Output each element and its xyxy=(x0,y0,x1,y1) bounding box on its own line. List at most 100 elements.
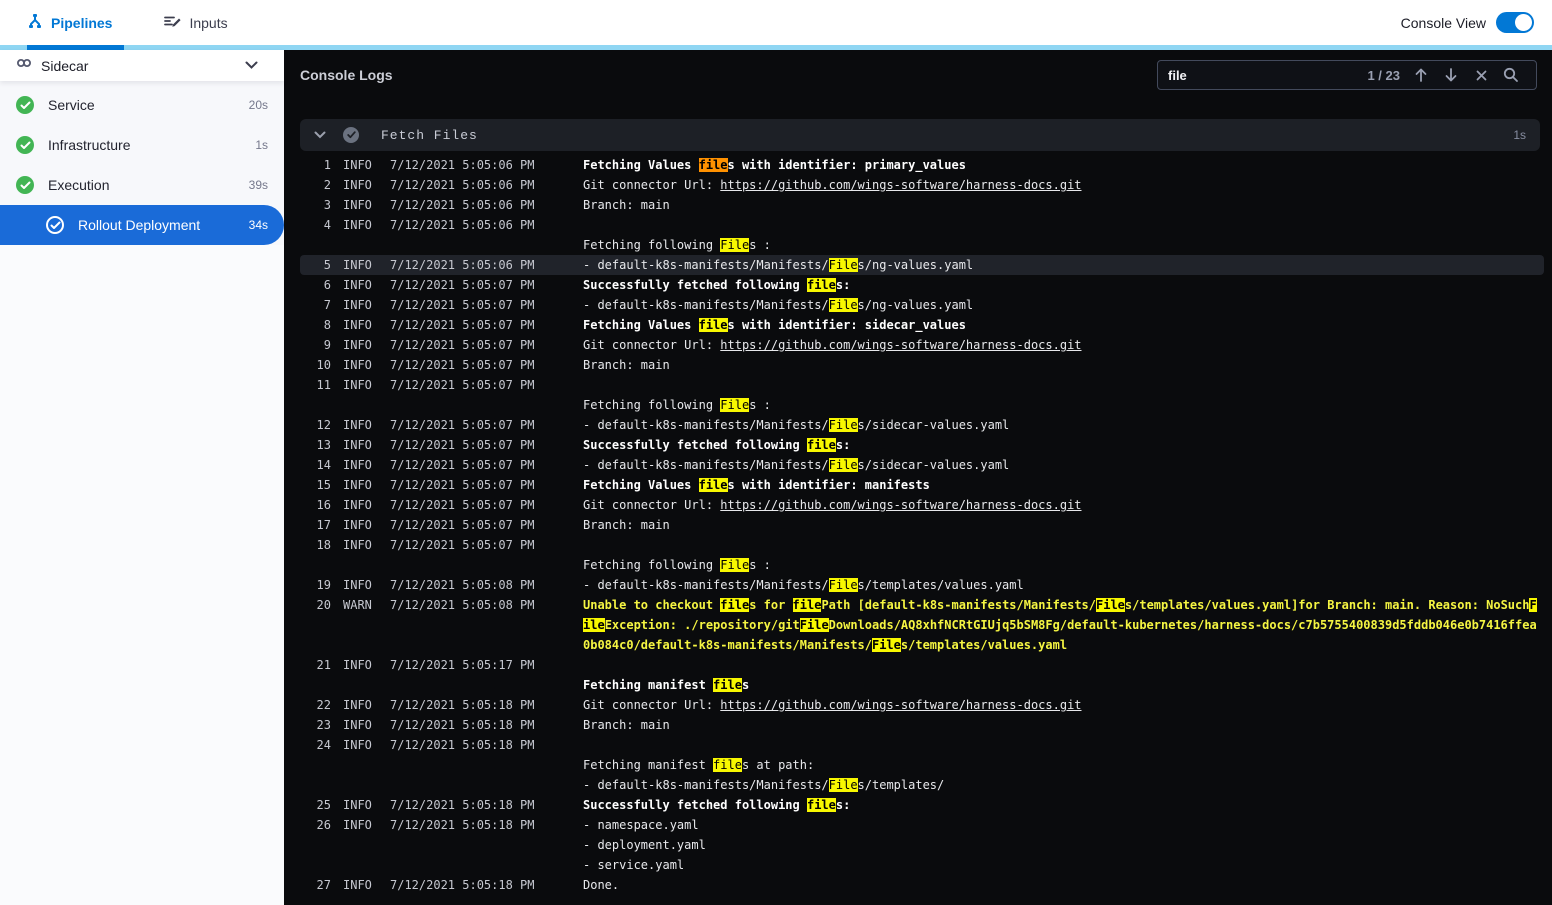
search-match: ile xyxy=(583,618,605,632)
sidebar-empty-area xyxy=(0,245,284,905)
log-line: 12 INFO 7/12/2021 5:05:07 PM - default-k8s-… xyxy=(300,415,1544,435)
log-section-fetch-files[interactable]: Fetch Files 1s xyxy=(300,119,1540,151)
log-line-number: 25 xyxy=(316,798,331,812)
sidebar-item-service[interactable]: Service 20s xyxy=(0,85,284,125)
log-timestamp: 7/12/2021 5:05:07 PM xyxy=(390,498,535,512)
log-timestamp: 7/12/2021 5:05:06 PM xyxy=(390,258,535,272)
log-message: Branch: main xyxy=(583,358,670,372)
search-match: file xyxy=(720,598,750,612)
log-line: 2 INFO 7/12/2021 5:05:06 PM Git connector U… xyxy=(300,175,1544,195)
inputs-icon xyxy=(164,13,182,32)
log-timestamp: 7/12/2021 5:05:07 PM xyxy=(390,278,535,292)
search-match: file xyxy=(713,758,742,772)
log-message: Branch: main xyxy=(583,198,670,212)
log-link[interactable]: https://github.com/wings-software/harnes… xyxy=(720,178,1081,192)
log-line: 16 INFO 7/12/2021 5:05:07 PM Git connector … xyxy=(300,495,1544,515)
search-prev-button[interactable] xyxy=(1406,61,1436,89)
search-match: File xyxy=(828,418,858,432)
log-timestamp: 7/12/2021 5:05:06 PM xyxy=(390,198,535,212)
stage-header-sidecar[interactable]: Sidecar xyxy=(0,50,284,81)
stage-label: Sidecar xyxy=(41,57,89,74)
log-message: Fetching following Files : xyxy=(583,398,771,412)
chevron-down-icon[interactable] xyxy=(245,57,258,75)
log-level: INFO xyxy=(343,278,372,292)
section-success-check-icon xyxy=(343,127,359,143)
log-timestamp: 7/12/2021 5:05:18 PM xyxy=(390,718,535,732)
log-link[interactable]: https://github.com/wings-software/harnes… xyxy=(720,498,1081,512)
search-next-button[interactable] xyxy=(1436,61,1466,89)
log-line-number: 17 xyxy=(316,518,331,532)
log-line-number: 4 xyxy=(323,218,331,232)
search-match: file xyxy=(698,318,728,332)
log-timestamp: 7/12/2021 5:05:18 PM xyxy=(390,818,535,832)
log-timestamp: 7/12/2021 5:05:07 PM xyxy=(390,438,535,452)
log-line: 26 INFO 7/12/2021 5:05:18 PM - namespace.ya… xyxy=(300,815,1544,875)
search-input[interactable] xyxy=(1168,67,1368,83)
log-level: INFO xyxy=(343,698,372,712)
log-message: Successfully fetched following files: xyxy=(583,798,851,812)
step-duration: 1s xyxy=(255,138,268,152)
log-link[interactable]: https://github.com/wings-software/harnes… xyxy=(720,338,1081,352)
log-timestamp: 7/12/2021 5:05:07 PM xyxy=(390,458,535,472)
log-message: Branch: main xyxy=(583,718,670,732)
search-icon[interactable] xyxy=(1496,61,1526,89)
tab-pipelines[interactable]: Pipelines xyxy=(27,13,112,32)
log-timestamp: 7/12/2021 5:05:18 PM xyxy=(390,698,535,712)
log-message: Fetching Values files with identifier: p… xyxy=(583,158,966,172)
execution-sidebar: Sidecar Service 20s Infrastructure 1s Ex… xyxy=(0,50,284,905)
console-title: Console Logs xyxy=(300,67,393,83)
log-level: INFO xyxy=(343,518,372,532)
log-line: 15 INFO 7/12/2021 5:05:07 PM Fetching Value… xyxy=(300,475,1544,495)
log-message: - default-k8s-manifests/Manifests/Files/… xyxy=(583,418,1010,432)
section-collapse-chevron-icon[interactable] xyxy=(314,126,326,144)
search-match: File xyxy=(799,618,829,632)
log-level: INFO xyxy=(343,818,372,832)
log-message: Fetching Values files with identifier: m… xyxy=(583,478,930,492)
success-check-icon xyxy=(16,136,34,154)
sidebar-item-infrastructure[interactable]: Infrastructure 1s xyxy=(0,125,284,165)
sidebar-item-execution[interactable]: Execution 39s xyxy=(0,165,284,205)
search-match: File xyxy=(720,398,750,412)
step-duration: 20s xyxy=(248,98,268,112)
log-message: - namespace.yaml - deployment.yaml - servi… xyxy=(583,818,706,872)
log-line: 5 INFO 7/12/2021 5:05:06 PM - default-k8s-m… xyxy=(300,255,1544,275)
log-line: 18 INFO 7/12/2021 5:05:07 PM Fetching foll… xyxy=(300,535,1544,575)
log-line-number: 24 xyxy=(316,738,331,752)
log-message: Done. xyxy=(583,878,620,892)
step-duration: 34s xyxy=(248,218,268,232)
log-timestamp: 7/12/2021 5:05:06 PM xyxy=(390,158,535,172)
log-line: 8 INFO 7/12/2021 5:05:07 PM Fetching Values… xyxy=(300,315,1544,335)
toggle-knob xyxy=(1515,14,1532,31)
log-level: INFO xyxy=(343,498,372,512)
search-match: File xyxy=(828,298,858,312)
log-line: 11 INFO 7/12/2021 5:05:07 PM Fetching foll… xyxy=(300,375,1544,415)
search-match: F xyxy=(1529,598,1537,612)
log-level: INFO xyxy=(343,358,372,372)
search-close-icon[interactable] xyxy=(1466,61,1496,89)
pipelines-icon xyxy=(27,13,43,32)
sidebar-item-rollout-deployment[interactable]: Rollout Deployment 34s xyxy=(0,205,284,245)
log-line-number: 12 xyxy=(316,418,331,432)
log-level: INFO xyxy=(343,318,372,332)
log-line-number: 19 xyxy=(316,578,331,592)
tab-inputs[interactable]: Inputs xyxy=(164,13,228,32)
search-match-counter: 1 / 23 xyxy=(1367,67,1400,83)
search-match: File xyxy=(828,578,858,592)
log-message: Fetching Values files with identifier: s… xyxy=(583,318,966,332)
log-timestamp: 7/12/2021 5:05:18 PM xyxy=(390,878,535,892)
log-level: INFO xyxy=(343,258,372,272)
log-level: INFO xyxy=(343,158,372,172)
log-timestamp: 7/12/2021 5:05:17 PM xyxy=(390,658,535,672)
search-match: File xyxy=(871,638,901,652)
log-message: Fetching manifest files xyxy=(583,678,750,692)
log-timestamp: 7/12/2021 5:05:08 PM xyxy=(390,578,535,592)
console-view-toggle[interactable] xyxy=(1496,12,1534,33)
log-level: INFO xyxy=(343,198,372,212)
log-message: Fetching following Files : xyxy=(583,238,771,252)
success-check-icon xyxy=(16,96,34,114)
log-level: INFO xyxy=(343,718,372,732)
log-message: Git connector Url: https://github.com/wi… xyxy=(583,338,1082,352)
success-check-icon xyxy=(46,216,64,234)
log-link[interactable]: https://github.com/wings-software/harnes… xyxy=(720,698,1081,712)
log-line: 27 INFO 7/12/2021 5:05:18 PM Done. xyxy=(300,875,1544,895)
